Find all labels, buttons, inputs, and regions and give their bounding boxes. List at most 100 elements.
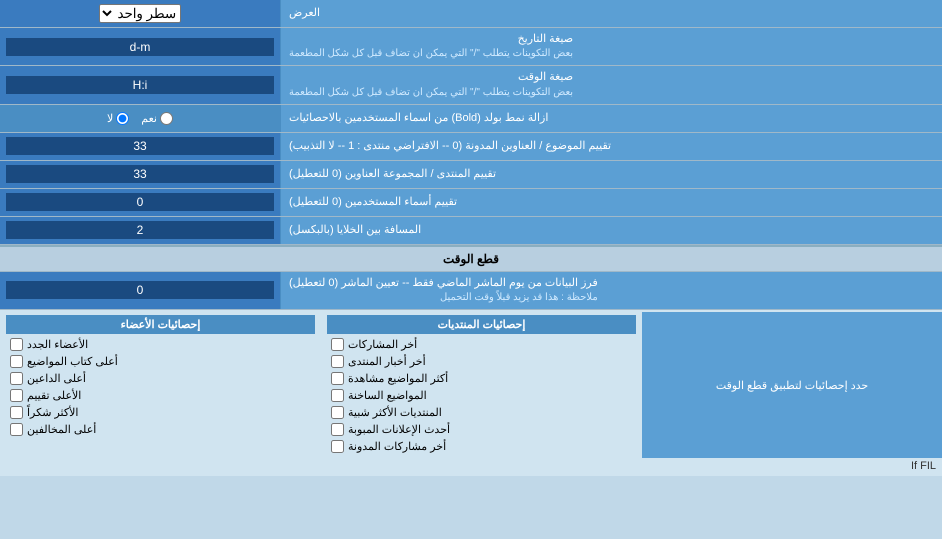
cell-spacing-text: المسافة بين الخلايا (بالبكسل): [289, 223, 421, 238]
topic-sort-input-cell: [0, 133, 280, 160]
forum-sort-row: تقييم المنتدى / المجموعة العناوين (0 للت…: [0, 161, 942, 189]
forum-sort-text: تقييم المنتدى / المجموعة العناوين (0 للت…: [289, 167, 496, 182]
if-fil-area: If FIL: [0, 458, 942, 474]
cb-label-1-4: الأكثر شكراً: [27, 406, 78, 419]
forum-stats-header-text: إحصائيات المنتديات: [438, 319, 526, 331]
topic-sort-row: تقييم الموضوع / العناوين المدونة (0 -- ا…: [0, 133, 942, 161]
cb-1-3[interactable]: [10, 389, 23, 402]
cb-item-1-3: الأعلى تقييم: [6, 387, 315, 404]
members-stats-col: إحصائيات الأعضاء الأعضاء الجدد أعلى كتاب…: [0, 312, 321, 458]
date-format-title: صيغة التاريخ: [289, 32, 573, 47]
date-format-row: صيغة التاريخ بعض التكوينات يتطلب "/" الت…: [0, 28, 942, 66]
time-format-title: صيغة الوقت: [289, 70, 573, 85]
members-stats-header: إحصائيات الأعضاء: [6, 315, 315, 334]
cb-1-5[interactable]: [10, 423, 23, 436]
time-format-input[interactable]: [6, 76, 274, 94]
cb-label-1-3: الأعلى تقييم: [27, 389, 81, 402]
bold-remove-text: ازالة نمط بولد (Bold) من اسماء المستخدمي…: [289, 111, 548, 126]
cb-item-0-4: المنتديات الأكثر شبية: [327, 404, 636, 421]
header-label: العرض: [280, 0, 942, 27]
topic-sort-label: تقييم الموضوع / العناوين المدونة (0 -- ا…: [280, 133, 942, 160]
cb-0-4[interactable]: [331, 406, 344, 419]
forum-sort-input[interactable]: [6, 165, 274, 183]
cutoff-input[interactable]: [6, 281, 274, 299]
radio-yes-label[interactable]: نعم: [141, 112, 173, 125]
cb-1-1[interactable]: [10, 355, 23, 368]
cb-item-1-1: أعلى كتاب المواضيع: [6, 353, 315, 370]
bold-remove-label: ازالة نمط بولد (Bold) من اسماء المستخدمي…: [280, 105, 942, 132]
cb-label-0-5: أحدث الإعلانات المبوبة: [348, 423, 450, 436]
cb-0-1[interactable]: [331, 355, 344, 368]
cb-item-0-6: أخر مشاركات المدونة: [327, 438, 636, 455]
cb-1-4[interactable]: [10, 406, 23, 419]
cb-1-2[interactable]: [10, 372, 23, 385]
radio-yes-text: نعم: [141, 112, 157, 125]
cb-item-0-5: أحدث الإعلانات المبوبة: [327, 421, 636, 438]
cb-0-6[interactable]: [331, 440, 344, 453]
date-format-input-cell: [0, 28, 280, 65]
date-format-sublabel: بعض التكوينات يتطلب "/" التي يمكن ان تضا…: [289, 47, 573, 61]
radio-no-text: لا: [107, 112, 113, 125]
cb-label-0-2: أكثر المواضيع مشاهدة: [348, 372, 448, 385]
cb-item-1-5: أعلى المخالفين: [6, 421, 315, 438]
topic-sort-input[interactable]: [6, 137, 274, 155]
time-format-row: صيغة الوقت بعض التكوينات يتطلب "/" التي …: [0, 66, 942, 104]
usernames-sort-row: تقييم أسماء المستخدمين (0 للتعطيل): [0, 189, 942, 217]
cb-item-0-1: أخر أخبار المنتدى: [327, 353, 636, 370]
cb-0-3[interactable]: [331, 389, 344, 402]
bold-remove-radio-cell: نعم لا: [0, 105, 280, 132]
cutoff-row: فرز البيانات من يوم الماشر الماضي فقط --…: [0, 272, 942, 310]
cb-item-1-2: أعلى الداعين: [6, 370, 315, 387]
forum-stats-col: إحصائيات المنتديات أخر المشاركات أخر أخب…: [321, 312, 642, 458]
date-format-input[interactable]: [6, 38, 274, 56]
display-dropdown-cell: سطر واحدسطرانثلاثة أسطر: [0, 0, 280, 27]
members-stats-header-text: إحصائيات الأعضاء: [121, 319, 201, 331]
cutoff-label-text: فرز البيانات من يوم الماشر الماضي فقط --…: [289, 276, 598, 291]
radio-no[interactable]: [116, 112, 129, 125]
topic-sort-text: تقييم الموضوع / العناوين المدونة (0 -- ا…: [289, 139, 611, 154]
cell-spacing-label: المسافة بين الخلايا (بالبكسل): [280, 217, 942, 244]
date-format-label: صيغة التاريخ بعض التكوينات يتطلب "/" الت…: [280, 28, 942, 65]
cutoff-section-header: قطع الوقت: [0, 245, 942, 272]
usernames-sort-input-cell: [0, 189, 280, 216]
cutoff-label: فرز البيانات من يوم الماشر الماضي فقط --…: [280, 272, 942, 309]
radio-no-label[interactable]: لا: [107, 112, 129, 125]
time-format-sublabel: بعض التكوينات يتطلب "/" التي يمكن ان تضا…: [289, 86, 573, 100]
usernames-sort-text: تقييم أسماء المستخدمين (0 للتعطيل): [289, 195, 457, 210]
cb-0-5[interactable]: [331, 423, 344, 436]
main-container: العرض سطر واحدسطرانثلاثة أسطر صيغة التار…: [0, 0, 942, 476]
cb-label-0-6: أخر مشاركات المدونة: [348, 440, 446, 453]
usernames-sort-input[interactable]: [6, 193, 274, 211]
cb-label-1-1: أعلى كتاب المواضيع: [27, 355, 118, 368]
forum-sort-label: تقييم المنتدى / المجموعة العناوين (0 للت…: [280, 161, 942, 188]
cb-item-1-4: الأكثر شكراً: [6, 404, 315, 421]
cb-item-0-0: أخر المشاركات: [327, 336, 636, 353]
display-dropdown[interactable]: سطر واحدسطرانثلاثة أسطر: [99, 4, 181, 23]
cb-1-0[interactable]: [10, 338, 23, 351]
radio-yes[interactable]: [160, 112, 173, 125]
forum-sort-input-cell: [0, 161, 280, 188]
cutoff-title-text: قطع الوقت: [443, 252, 499, 266]
if-fil-text: If FIL: [911, 460, 936, 472]
usernames-sort-label: تقييم أسماء المستخدمين (0 للتعطيل): [280, 189, 942, 216]
cb-label-0-0: أخر المشاركات: [348, 338, 417, 351]
time-format-input-cell: [0, 66, 280, 103]
header-row: العرض سطر واحدسطرانثلاثة أسطر: [0, 0, 942, 28]
cb-0-0[interactable]: [331, 338, 344, 351]
cell-spacing-input[interactable]: [6, 221, 274, 239]
cb-item-0-2: أكثر المواضيع مشاهدة: [327, 370, 636, 387]
cb-item-1-0: الأعضاء الجدد: [6, 336, 315, 353]
header-title-text: العرض: [289, 6, 320, 21]
checkboxes-header-text: حدد إحصائيات لتطبيق قطع الوقت: [716, 379, 868, 392]
cb-label-0-3: المواضيع الساخنة: [348, 389, 427, 402]
checkboxes-apply-label: حدد إحصائيات لتطبيق قطع الوقت: [642, 312, 942, 458]
checkboxes-wrapper: حدد إحصائيات لتطبيق قطع الوقت إحصائيات ا…: [0, 312, 942, 458]
cell-spacing-input-cell: [0, 217, 280, 244]
cell-spacing-row: المسافة بين الخلايا (بالبكسل): [0, 217, 942, 245]
cb-0-2[interactable]: [331, 372, 344, 385]
bold-remove-row: ازالة نمط بولد (Bold) من اسماء المستخدمي…: [0, 105, 942, 133]
cutoff-input-cell: [0, 272, 280, 309]
checkboxes-area: حدد إحصائيات لتطبيق قطع الوقت إحصائيات ا…: [0, 310, 942, 476]
time-format-label: صيغة الوقت بعض التكوينات يتطلب "/" التي …: [280, 66, 942, 103]
cb-item-0-3: المواضيع الساخنة: [327, 387, 636, 404]
